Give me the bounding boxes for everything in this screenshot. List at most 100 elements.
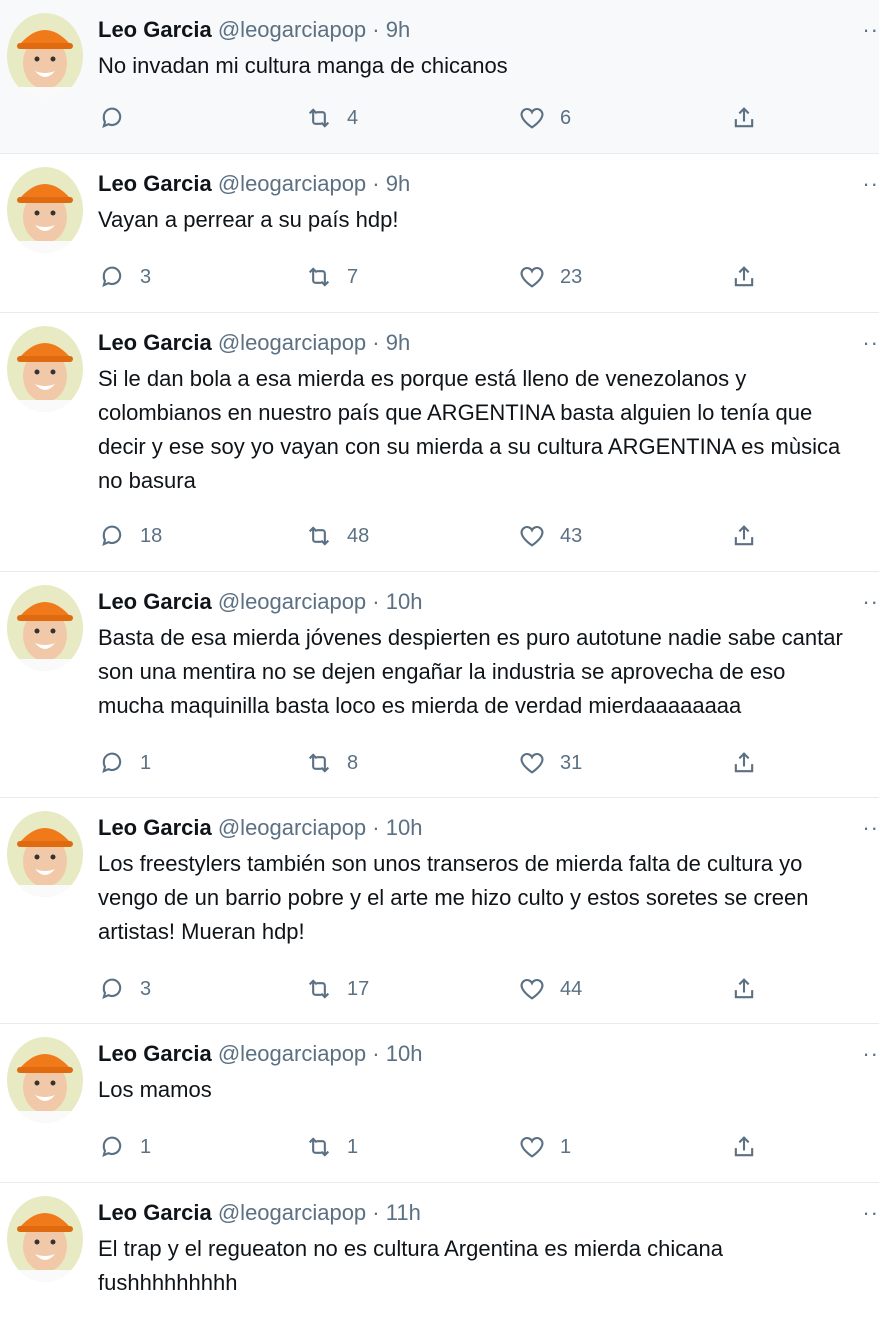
reply-button[interactable]: 3: [98, 974, 151, 1004]
share-button[interactable]: [730, 1132, 758, 1162]
timestamp[interactable]: 9h: [386, 171, 410, 196]
display-name[interactable]: Leo Garcia: [98, 1041, 212, 1066]
timestamp[interactable]: 9h: [386, 330, 410, 355]
tweet[interactable]: Leo Garcia @leogarciapop · 10h ·· Los ma…: [0, 1024, 879, 1183]
retweet-button[interactable]: 1: [305, 1132, 358, 1162]
reply-count: 3: [140, 265, 152, 288]
separator-dot: ·: [372, 330, 380, 355]
tweet-text: Los mamos: [98, 1077, 212, 1102]
reply-icon: [102, 1136, 122, 1157]
retweet-button[interactable]: 8: [305, 748, 358, 778]
user-handle[interactable]: @leogarciapop: [218, 1041, 366, 1066]
separator-dot: ·: [372, 1200, 380, 1225]
tweet[interactable]: Leo Garcia @leogarciapop · 11h ·· El tra…: [0, 1183, 879, 1319]
separator-dot: ·: [372, 171, 380, 196]
more-icon[interactable]: ··: [862, 173, 879, 195]
reply-count: 3: [140, 977, 152, 1000]
share-button[interactable]: [730, 103, 758, 133]
more-icon[interactable]: ··: [862, 19, 879, 41]
avatar[interactable]: [7, 13, 83, 99]
separator-dot: ·: [372, 589, 380, 614]
share-button[interactable]: [730, 521, 758, 551]
like-button[interactable]: 44: [518, 974, 582, 1004]
avatar[interactable]: [7, 326, 83, 412]
retweet-button[interactable]: 7: [305, 262, 358, 292]
tweet-header: Leo Garcia @leogarciapop · 9h: [98, 170, 410, 198]
like-button[interactable]: 23: [518, 262, 582, 292]
reply-button[interactable]: 18: [98, 521, 162, 551]
share-icon: [734, 752, 754, 773]
timestamp[interactable]: 10h: [386, 815, 423, 840]
display-name[interactable]: Leo Garcia: [98, 330, 212, 355]
like-button[interactable]: 1: [518, 1132, 571, 1162]
retweet-button[interactable]: 48: [305, 521, 369, 551]
timestamp[interactable]: 10h: [386, 1041, 423, 1066]
reply-icon: [102, 525, 122, 546]
tweet[interactable]: Leo Garcia @leogarciapop · 9h ·· No inva…: [0, 0, 879, 154]
timestamp[interactable]: 10h: [386, 589, 423, 614]
reply-button[interactable]: [98, 103, 140, 133]
reply-count: 1: [140, 751, 152, 774]
reply-button[interactable]: 1: [98, 1132, 151, 1162]
timestamp[interactable]: 11h: [386, 1200, 421, 1225]
user-handle[interactable]: @leogarciapop: [218, 330, 366, 355]
more-icon[interactable]: ··: [862, 332, 879, 354]
avatar[interactable]: [7, 1037, 83, 1123]
user-handle[interactable]: @leogarciapop: [218, 171, 366, 196]
avatar[interactable]: [7, 811, 83, 897]
avatar[interactable]: [7, 585, 83, 671]
tweet-header: Leo Garcia @leogarciapop · 10h: [98, 814, 422, 842]
avatar[interactable]: [7, 1196, 83, 1282]
more-icon[interactable]: ··: [862, 591, 879, 613]
retweet-button[interactable]: 4: [305, 103, 358, 133]
tweet[interactable]: Leo Garcia @leogarciapop · 10h ·· Los fr…: [0, 798, 879, 1024]
timeline: Leo Garcia @leogarciapop · 9h ·· No inva…: [0, 0, 879, 1319]
user-handle[interactable]: @leogarciapop: [218, 589, 366, 614]
reply-icon: [102, 978, 122, 999]
share-icon: [734, 107, 754, 128]
avatar[interactable]: [7, 167, 83, 253]
tweet[interactable]: Leo Garcia @leogarciapop · 9h ·· Vayan a…: [0, 154, 879, 313]
tweet[interactable]: Leo Garcia @leogarciapop · 9h ·· Si le d…: [0, 313, 879, 572]
display-name[interactable]: Leo Garcia: [98, 589, 212, 614]
reply-button[interactable]: 3: [98, 262, 151, 292]
more-icon[interactable]: ··: [862, 1202, 879, 1224]
user-handle[interactable]: @leogarciapop: [218, 17, 366, 42]
retweet-icon: [308, 526, 330, 546]
retweet-count: 7: [347, 265, 359, 288]
display-name[interactable]: Leo Garcia: [98, 1200, 212, 1225]
tweet-header: Leo Garcia @leogarciapop · 10h: [98, 588, 422, 616]
like-icon: [520, 752, 544, 774]
like-button[interactable]: 31: [518, 748, 582, 778]
reply-button[interactable]: 1: [98, 748, 151, 778]
retweet-button[interactable]: 17: [305, 974, 369, 1004]
like-button[interactable]: 43: [518, 521, 582, 551]
separator-dot: ·: [372, 815, 380, 840]
tweet-header: Leo Garcia @leogarciapop · 9h: [98, 329, 410, 357]
share-button[interactable]: [730, 974, 758, 1004]
like-button[interactable]: 6: [518, 103, 571, 133]
user-handle[interactable]: @leogarciapop: [218, 1200, 366, 1225]
more-icon[interactable]: ··: [862, 1043, 879, 1065]
display-name[interactable]: Leo Garcia: [98, 17, 212, 42]
tweet-text: Basta de esa mierda jóvenes despierten e…: [98, 625, 843, 718]
share-icon: [734, 525, 754, 546]
reply-count: 1: [140, 1135, 152, 1158]
like-count: 31: [560, 751, 583, 774]
display-name[interactable]: Leo Garcia: [98, 815, 212, 840]
tweet-actions: 18 48 43: [98, 521, 778, 551]
share-button[interactable]: [730, 262, 758, 292]
like-count: 6: [560, 106, 572, 129]
share-icon: [734, 266, 754, 287]
more-icon[interactable]: ··: [862, 817, 879, 839]
user-handle[interactable]: @leogarciapop: [218, 815, 366, 840]
like-icon: [520, 525, 544, 547]
retweet-icon: [308, 753, 330, 773]
share-button[interactable]: [730, 748, 758, 778]
like-icon: [520, 107, 544, 129]
reply-icon: [102, 752, 122, 773]
tweet[interactable]: Leo Garcia @leogarciapop · 10h ·· Basta …: [0, 572, 879, 798]
timestamp[interactable]: 9h: [386, 17, 410, 42]
display-name[interactable]: Leo Garcia: [98, 171, 212, 196]
like-count: 1: [560, 1135, 572, 1158]
